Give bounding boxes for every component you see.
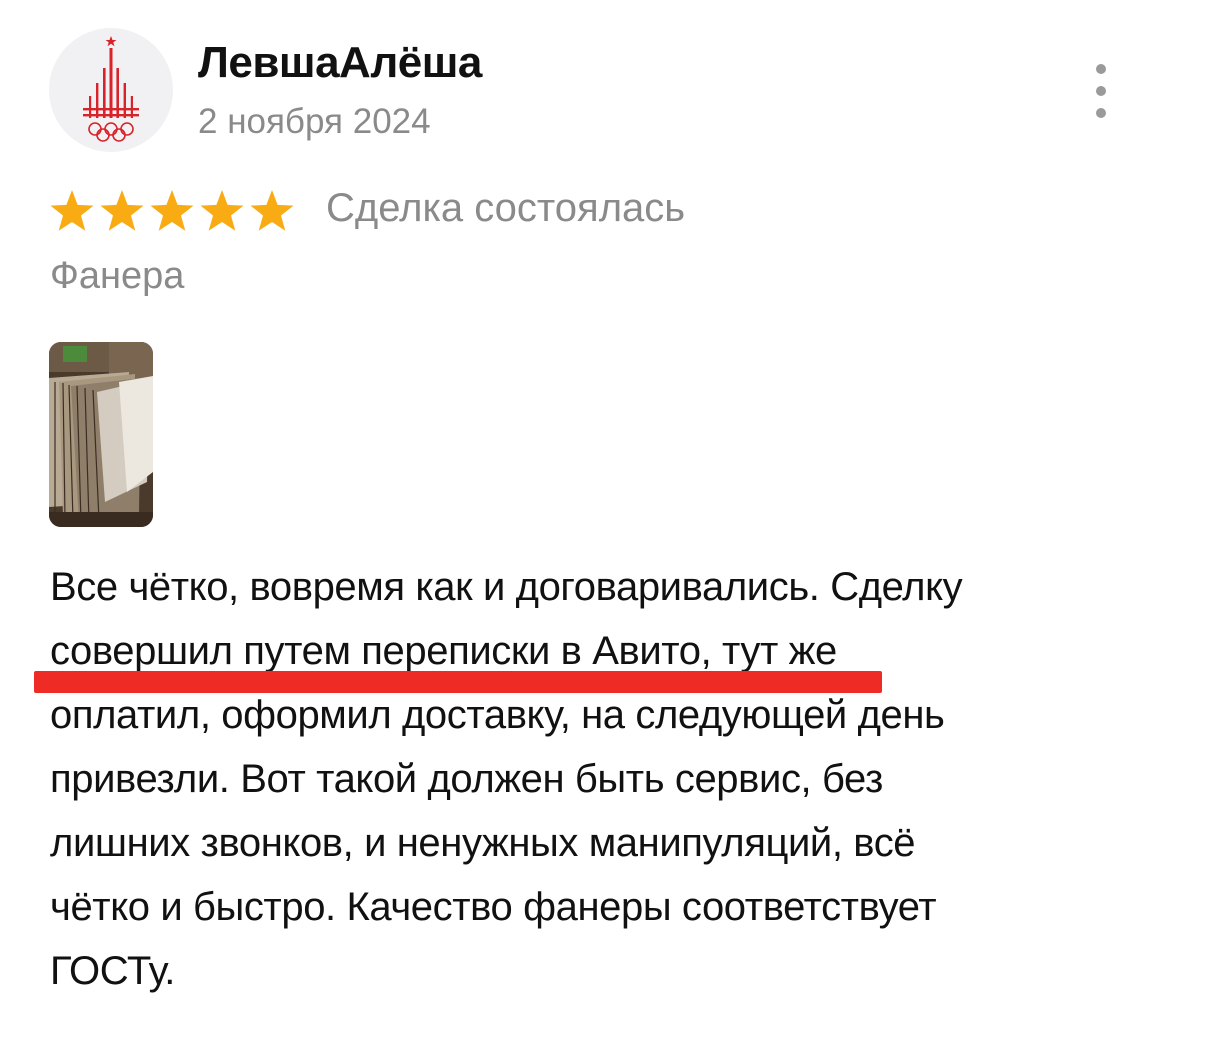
kebab-dot [1096,86,1106,96]
review-text-line: Все чётко, вовремя как и договаривались.… [50,565,963,609]
star-icon [48,188,96,232]
item-name[interactable]: Фанера [50,255,184,298]
more-options-button[interactable] [1084,64,1118,118]
review-text: Все чётко, вовремя как и договаривались.… [50,555,1170,1003]
review-text-line: привезли. Вот такой должен быть сервис, … [50,757,883,801]
plywood-sheets-photo [49,342,153,527]
star-icon [98,188,146,232]
review-card: ЛевшаАлёша 2 ноября 2024 Сделка состояла… [0,0,1206,1045]
red-underline-annotation [34,671,882,693]
kebab-dot [1096,108,1106,118]
review-text-line: чётко и быстро. Качество фанеры соответс… [50,885,937,929]
star-icon [198,188,246,232]
review-text-line: лишних звонков, и ненужных манипуляций, … [50,821,916,865]
author-name[interactable]: ЛевшаАлёша [198,38,482,88]
rating-stars [48,188,296,232]
review-date: 2 ноября 2024 [198,102,431,141]
kebab-menu-icon [1096,64,1106,74]
review-text-line: ГОСТу. [50,949,175,993]
moscow-1980-olympics-logo-icon [49,28,173,152]
star-icon [148,188,196,232]
deal-status: Сделка состоялась [326,186,686,230]
review-photo[interactable] [49,342,153,527]
star-icon [248,188,296,232]
author-avatar[interactable] [49,28,173,152]
